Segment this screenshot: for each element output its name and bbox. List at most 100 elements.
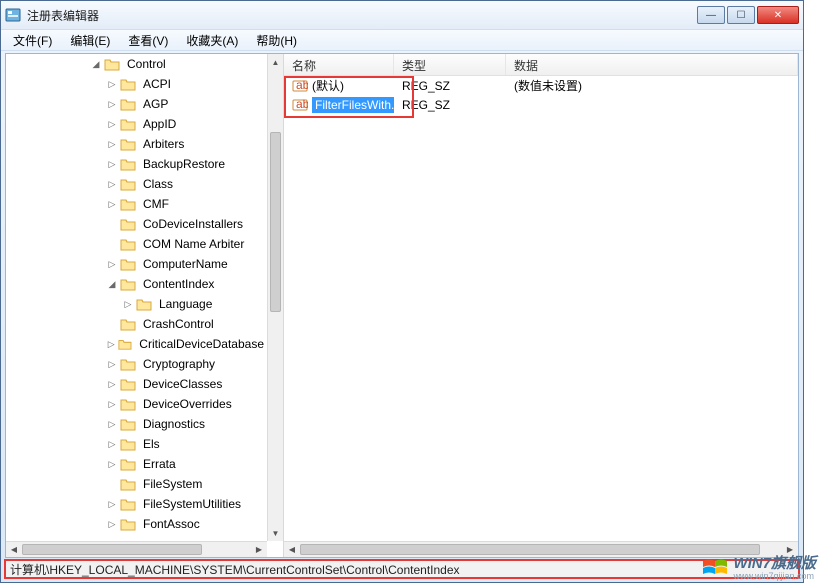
cell-type: REG_SZ bbox=[394, 79, 506, 93]
menu-0[interactable]: 文件(F) bbox=[5, 30, 60, 51]
tree-node[interactable]: ▷ Els bbox=[6, 434, 267, 454]
tree-node-label: ACPI bbox=[140, 76, 174, 92]
tree-node[interactable]: ▷ Diagnostics bbox=[6, 414, 267, 434]
tree-node[interactable]: ▷AGP bbox=[6, 94, 267, 114]
tree-node[interactable]: ▷ComputerName bbox=[6, 254, 267, 274]
tree-node[interactable]: ▷ Class bbox=[6, 174, 267, 194]
column-data[interactable]: 数据 bbox=[506, 54, 798, 75]
tree-node[interactable]: ▷ Errata bbox=[6, 454, 267, 474]
expand-caret-icon[interactable]: ▷ bbox=[106, 98, 118, 110]
expand-caret-icon[interactable]: ▷ bbox=[106, 398, 118, 410]
expand-caret-icon[interactable]: ▷ bbox=[106, 138, 118, 150]
tree-node-label: Diagnostics bbox=[140, 416, 208, 432]
scroll-thumb[interactable] bbox=[270, 132, 281, 312]
scroll-down-icon[interactable]: ▼ bbox=[268, 525, 283, 541]
tree-node-label: FontAssoc bbox=[140, 516, 203, 532]
tree-node[interactable]: ▷ ACPI bbox=[6, 74, 267, 94]
list-row[interactable]: ab(默认)REG_SZ(数值未设置) bbox=[284, 76, 798, 95]
scroll-up-icon[interactable]: ▲ bbox=[268, 54, 283, 70]
tree-node[interactable]: ▷BackupRestore bbox=[6, 154, 267, 174]
cell-name: ab(默认) bbox=[284, 77, 394, 94]
tree-node[interactable]: ▷COM Name Arbiter bbox=[6, 234, 267, 254]
list-hscrollbar[interactable]: ◀ ▶ bbox=[284, 541, 798, 557]
expand-caret-icon[interactable]: ▷ bbox=[106, 338, 116, 350]
expand-caret-icon[interactable]: ▷ bbox=[106, 498, 118, 510]
menubar: 文件(F)编辑(E)查看(V)收藏夹(A)帮助(H) bbox=[1, 29, 803, 51]
tree-node[interactable]: ▷FileSystem bbox=[6, 474, 267, 494]
tree-pane: ◢Control▷ACPI▷AGP▷AppID▷Arbiters▷BackupR… bbox=[6, 54, 284, 557]
menu-3[interactable]: 收藏夹(A) bbox=[178, 30, 246, 51]
expand-caret-icon[interactable]: ▷ bbox=[106, 78, 118, 90]
expand-caret-icon[interactable]: ◢ bbox=[106, 278, 118, 290]
tree-node-label: DeviceOverrides bbox=[140, 396, 235, 412]
expand-caret-icon[interactable]: ▷ bbox=[106, 158, 118, 170]
tree-body[interactable]: ◢Control▷ACPI▷AGP▷AppID▷Arbiters▷BackupR… bbox=[6, 54, 267, 541]
tree-node-label: Arbiters bbox=[140, 136, 187, 152]
tree-hscrollbar[interactable]: ◀ ▶ bbox=[6, 541, 267, 557]
tree-node-label: AppID bbox=[140, 116, 179, 132]
expand-caret-icon[interactable]: ▷ bbox=[106, 438, 118, 450]
client-area: ◢Control▷ACPI▷AGP▷AppID▷Arbiters▷BackupR… bbox=[5, 53, 799, 558]
tree-node[interactable]: ▷Cryptography bbox=[6, 354, 267, 374]
column-type[interactable]: 类型 bbox=[394, 54, 506, 75]
minimize-button[interactable]: — bbox=[697, 6, 725, 24]
close-button[interactable]: ✕ bbox=[757, 6, 799, 24]
svg-text:ab: ab bbox=[296, 97, 308, 111]
expand-caret-icon[interactable]: ▷ bbox=[106, 178, 118, 190]
scroll-thumb[interactable] bbox=[300, 544, 760, 555]
tree-node[interactable]: ▷ DeviceOverrides bbox=[6, 394, 267, 414]
statusbar-path: 计算机\HKEY_LOCAL_MACHINE\SYSTEM\CurrentCon… bbox=[10, 561, 460, 578]
tree-node-label: Els bbox=[140, 436, 163, 452]
menu-2[interactable]: 查看(V) bbox=[120, 30, 176, 51]
window-title: 注册表编辑器 bbox=[27, 7, 697, 24]
list-row[interactable]: abFilterFilesWith...REG_SZ bbox=[284, 95, 798, 114]
tree-node[interactable]: ▷ FileSystemUtilities bbox=[6, 494, 267, 514]
tree-scroll: ◢Control▷ACPI▷AGP▷AppID▷Arbiters▷BackupR… bbox=[6, 54, 283, 557]
tree-node[interactable]: ▷CoDeviceInstallers bbox=[6, 214, 267, 234]
list-pane: 名称 类型 数据 ab(默认)REG_SZ(数值未设置)abFilterFile… bbox=[284, 54, 798, 557]
expand-caret-icon[interactable]: ▷ bbox=[106, 258, 118, 270]
tree-node[interactable]: ▷ FontAssoc bbox=[6, 514, 267, 534]
expand-caret-icon[interactable]: ▷ bbox=[106, 118, 118, 130]
tree-node[interactable]: ◢Control bbox=[6, 54, 267, 74]
tree-node[interactable]: ▷ Arbiters bbox=[6, 134, 267, 154]
scroll-right-icon[interactable]: ▶ bbox=[251, 542, 267, 557]
svg-text:ab: ab bbox=[296, 78, 308, 92]
watermark-title: WIN7旗舰版 bbox=[733, 556, 816, 572]
expand-caret-icon[interactable]: ▷ bbox=[106, 358, 118, 370]
tree-node[interactable]: ▷ DeviceClasses bbox=[6, 374, 267, 394]
expand-caret-icon[interactable]: ▷ bbox=[106, 418, 118, 430]
cell-data: (数值未设置) bbox=[506, 77, 798, 94]
regedit-window: 注册表编辑器 — ☐ ✕ 文件(F)编辑(E)查看(V)收藏夹(A)帮助(H) … bbox=[0, 0, 804, 583]
tree-node-label: COM Name Arbiter bbox=[140, 236, 247, 252]
window-buttons: — ☐ ✕ bbox=[697, 6, 799, 24]
scroll-left-icon[interactable]: ◀ bbox=[6, 542, 22, 557]
tree-node-label: Errata bbox=[140, 456, 179, 472]
tree-node-label: DeviceClasses bbox=[140, 376, 225, 392]
tree-node-label: FileSystemUtilities bbox=[140, 496, 244, 512]
expand-caret-icon[interactable]: ▷ bbox=[106, 198, 118, 210]
expand-caret-icon[interactable]: ▷ bbox=[106, 518, 118, 530]
scroll-thumb[interactable] bbox=[22, 544, 202, 555]
tree-node[interactable]: ▷ CriticalDeviceDatabase bbox=[6, 334, 267, 354]
tree-node[interactable]: ▷CMF bbox=[6, 194, 267, 214]
tree-vscrollbar[interactable]: ▲ ▼ bbox=[267, 54, 283, 541]
tree-node[interactable]: ▷Language bbox=[6, 294, 267, 314]
expand-caret-icon[interactable]: ▷ bbox=[122, 298, 134, 310]
tree-node[interactable]: ▷ AppID bbox=[6, 114, 267, 134]
tree-node[interactable]: ▷CrashControl bbox=[6, 314, 267, 334]
tree-node-label: CriticalDeviceDatabase bbox=[136, 336, 267, 352]
tree-node-label: Class bbox=[140, 176, 176, 192]
expand-caret-icon[interactable]: ▷ bbox=[106, 378, 118, 390]
menu-1[interactable]: 编辑(E) bbox=[62, 30, 118, 51]
watermark-sub: www.win7qijian.com bbox=[733, 572, 816, 581]
expand-caret-icon[interactable]: ▷ bbox=[106, 458, 118, 470]
column-name[interactable]: 名称 bbox=[284, 54, 394, 75]
tree-node[interactable]: ◢ContentIndex bbox=[6, 274, 267, 294]
maximize-button[interactable]: ☐ bbox=[727, 6, 755, 24]
list-body[interactable]: ab(默认)REG_SZ(数值未设置)abFilterFilesWith...R… bbox=[284, 76, 798, 557]
scroll-left-icon[interactable]: ◀ bbox=[284, 542, 300, 557]
menu-4[interactable]: 帮助(H) bbox=[248, 30, 305, 51]
app-icon bbox=[5, 7, 21, 23]
expand-caret-icon[interactable]: ◢ bbox=[90, 58, 102, 70]
